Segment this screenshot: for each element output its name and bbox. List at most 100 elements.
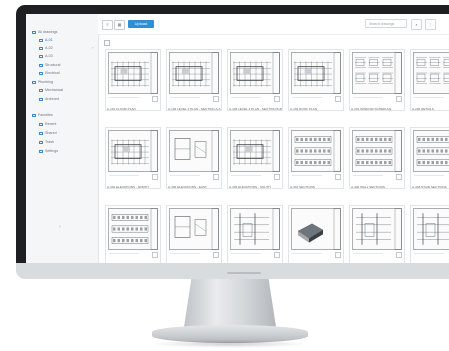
toolbar: ≡ ▦ Upload Search drawings ⌕ ⋮ — [98, 14, 449, 35]
card-checkbox[interactable] — [335, 174, 341, 180]
card-checkbox[interactable] — [152, 96, 158, 102]
drawing-thumbnail[interactable] — [413, 52, 449, 94]
folder-icon — [39, 46, 43, 50]
drawing-caption: A-402 WALL SECTIONS — [351, 185, 385, 189]
card-meta-bar — [292, 97, 322, 99]
sidebar-item-a03[interactable]: A-03 — [39, 54, 53, 58]
drawing-thumbnail[interactable] — [108, 208, 158, 250]
more-button[interactable]: ⋮ — [425, 19, 436, 30]
drawing-thumbnail[interactable] — [169, 208, 219, 250]
sidebar-item-shared[interactable]: Shared — [39, 131, 57, 135]
sidebar-item-mechanical[interactable]: Mechanical — [39, 88, 63, 92]
drawing-thumbnail[interactable] — [291, 130, 341, 172]
list-icon: ≡ — [106, 22, 109, 27]
drawing-card[interactable]: S-102 FRAMING PLAN — [166, 205, 222, 263]
select-all-checkbox[interactable] — [104, 40, 110, 46]
sidebar-item-plumbing[interactable]: Plumbing — [32, 80, 53, 84]
drawing-thumbnail[interactable] — [230, 208, 280, 250]
upload-button[interactable]: Upload — [128, 20, 154, 28]
card-meta-bar — [109, 253, 139, 255]
collapse-sidebar-icon[interactable]: › — [59, 224, 61, 230]
monitor-stand — [184, 279, 276, 327]
drawing-thumbnail[interactable] — [108, 130, 158, 172]
sidebar-item-favorites[interactable]: Favorites — [32, 113, 53, 117]
card-meta-bar — [231, 175, 261, 177]
drawing-card[interactable]: A-202 DETAILS — [410, 49, 449, 111]
drawing-card[interactable]: A-104 ROOF PLAN — [288, 49, 344, 111]
card-checkbox[interactable] — [274, 252, 280, 258]
drawing-card[interactable]: A-302 ELEVATIONS - EAST — [166, 127, 222, 189]
sidebar-item-label: Shared — [45, 131, 57, 135]
card-meta-bar — [414, 97, 444, 99]
sidebar-item-trash[interactable]: Trash — [39, 140, 54, 144]
card-checkbox[interactable] — [396, 174, 402, 180]
drawing-card[interactable]: A-101 FLOOR PLAN — [105, 49, 161, 111]
list-view-button[interactable]: ≡ — [102, 20, 113, 30]
star-icon — [32, 113, 36, 117]
sidebar-item-a01[interactable]: A-01 — [39, 38, 53, 42]
drawing-thumbnail[interactable] — [291, 52, 341, 94]
sidebar-item-a02[interactable]: A-02 — [39, 46, 53, 50]
drawing-card[interactable]: S-201 DETAILS — [227, 205, 283, 263]
sidebar-item-all-drawings[interactable]: All drawings — [32, 30, 57, 34]
sidebar-item-label: Electrical — [45, 71, 60, 75]
drawing-caption: A-104 ROOF PLAN — [290, 107, 317, 111]
card-checkbox[interactable] — [396, 252, 402, 258]
card-checkbox[interactable] — [213, 174, 219, 180]
drawing-card[interactable]: A-102 LEVEL 1 PLAN - SECTION A-A — [166, 49, 222, 111]
drawing-thumbnail[interactable] — [352, 208, 402, 250]
drawing-card[interactable]: A-403 STAIR SECTIONS — [410, 127, 449, 189]
folder-icon — [39, 38, 43, 42]
drawing-thumbnail[interactable] — [108, 52, 158, 94]
drawing-card[interactable]: M-102 DUCTWORK 3D — [349, 205, 405, 263]
drawing-card[interactable]: M-103 PIPING 3D — [410, 205, 449, 263]
drawing-card[interactable]: A-303 ELEVATIONS - SOUTH — [227, 127, 283, 189]
search-button[interactable]: ⌕ — [411, 19, 422, 30]
drawing-thumbnail[interactable] — [413, 208, 449, 250]
drawing-thumbnail[interactable] — [291, 208, 341, 250]
drawing-card[interactable]: S-101 FOUNDATION PLAN — [105, 205, 161, 263]
drawing-caption: A-201 WINDOW SCHEDULE — [351, 107, 392, 111]
search-input[interactable]: Search drawings — [365, 19, 407, 28]
drawing-thumbnail[interactable] — [169, 130, 219, 172]
drawing-thumbnail[interactable] — [352, 52, 402, 94]
sidebar-item-label: A-03 — [45, 54, 53, 58]
sidebar-item-structural[interactable]: Structural — [39, 63, 60, 67]
drawing-thumbnail[interactable] — [230, 52, 280, 94]
sidebar-item-settings[interactable]: Settings — [39, 149, 58, 153]
card-meta-bar — [109, 97, 139, 99]
card-checkbox[interactable] — [152, 174, 158, 180]
drawing-card[interactable]: A-402 WALL SECTIONS — [349, 127, 405, 189]
sidebar: All drawings A-01 A-02 A-03 Structural E… — [26, 14, 99, 263]
sidebar-item-label: Archived — [45, 97, 59, 101]
sidebar-item-label: Settings — [45, 149, 58, 153]
drawing-caption: A-401 SECTIONS — [290, 185, 315, 189]
drawing-card[interactable]: A-301 ELEVATIONS - NORTH — [105, 127, 161, 189]
chevron-right-icon[interactable]: › — [92, 45, 93, 50]
card-meta-bar — [231, 97, 261, 99]
card-checkbox[interactable] — [213, 96, 219, 102]
drawing-caption: A-103 LEVEL 2 PLAN - SECTION B-B — [229, 107, 282, 111]
card-checkbox[interactable] — [274, 174, 280, 180]
drawing-thumbnail[interactable] — [352, 130, 402, 172]
card-checkbox[interactable] — [396, 96, 402, 102]
drawing-card[interactable]: A-103 LEVEL 2 PLAN - SECTION B-B — [227, 49, 283, 111]
card-checkbox[interactable] — [335, 96, 341, 102]
grid-view-button[interactable]: ▦ — [114, 20, 125, 30]
sidebar-item-electrical[interactable]: Electrical — [39, 71, 60, 75]
drawing-thumbnail[interactable] — [413, 130, 449, 172]
card-checkbox[interactable] — [152, 252, 158, 258]
card-checkbox[interactable] — [213, 252, 219, 258]
drawing-caption: A-102 LEVEL 1 PLAN - SECTION A-A — [168, 107, 221, 111]
drawing-card[interactable]: A-201 WINDOW SCHEDULE — [349, 49, 405, 111]
sidebar-item-archived[interactable]: Archived — [39, 97, 59, 101]
drawing-thumbnail[interactable] — [230, 130, 280, 172]
sidebar-item-recent[interactable]: Recent — [39, 122, 56, 126]
monitor-chin — [16, 263, 449, 279]
drawing-card[interactable]: M-101 MECHANICAL 3D — [288, 205, 344, 263]
card-checkbox[interactable] — [274, 96, 280, 102]
drawing-card[interactable]: A-401 SECTIONS — [288, 127, 344, 189]
drawing-thumbnail[interactable] — [169, 52, 219, 94]
card-checkbox[interactable] — [335, 252, 341, 258]
folder-icon — [39, 63, 43, 67]
